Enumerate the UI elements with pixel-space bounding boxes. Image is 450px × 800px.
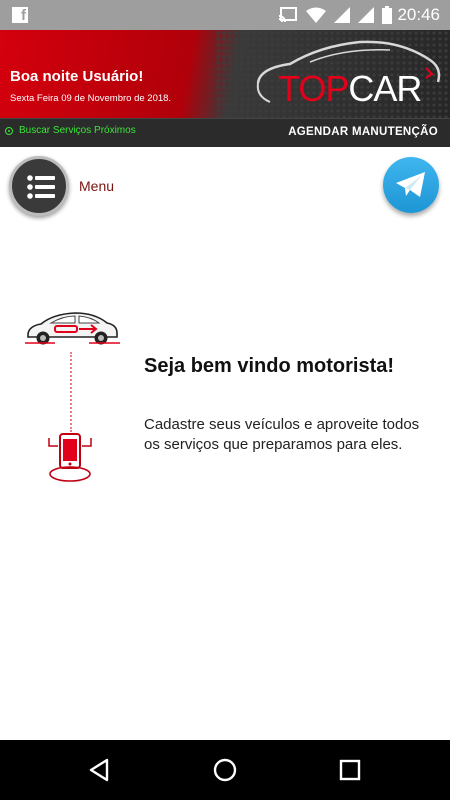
telegram-button[interactable] [383, 157, 439, 213]
header-banner: Boa noite Usuário! Sexta Feira 09 de Nov… [0, 30, 450, 118]
logo-car: CAR [348, 68, 422, 109]
welcome-text: Cadastre seus veículos e aproveite todos… [144, 416, 420, 453]
connector-line [70, 352, 72, 432]
recents-icon[interactable] [337, 757, 363, 783]
phone-notification-icon [48, 433, 92, 482]
action-bar: Buscar Serviços Próximos AGENDAR MANUTEN… [0, 118, 450, 147]
back-icon[interactable] [87, 757, 113, 783]
location-dot-icon [5, 126, 13, 135]
home-icon[interactable] [212, 757, 238, 783]
status-bar: f 20:46 [0, 0, 450, 30]
menu-label[interactable]: Menu [79, 178, 114, 194]
schedule-maintenance-button[interactable]: AGENDAR MANUTENÇÃO [288, 126, 438, 138]
telegram-icon [396, 172, 425, 197]
status-icons [278, 6, 392, 24]
battery-icon [382, 6, 392, 24]
logo-top: TOP [278, 68, 349, 109]
welcome-title: Seja bem vindo motorista! [144, 355, 395, 377]
topcar-logo: TOPCAR [250, 38, 445, 113]
greeting-text: Boa noite Usuário! [10, 68, 144, 85]
wifi-icon [306, 7, 326, 23]
car-repair-icon [25, 312, 120, 345]
cast-icon [278, 7, 297, 23]
menu-button[interactable] [9, 156, 69, 216]
nearby-services-link[interactable]: Buscar Serviços Próximos [5, 125, 136, 136]
date-text: Sexta Feira 09 de Novembro de 2018. [10, 93, 172, 104]
facebook-icon: f [12, 7, 28, 24]
logo-wordmark: TOPCAR [278, 68, 422, 110]
navigation-bar [0, 740, 450, 800]
list-menu-icon [27, 175, 55, 199]
signal-icon [358, 7, 374, 23]
nearby-services-label: Buscar Serviços Próximos [19, 125, 136, 136]
clock: 20:46 [397, 5, 440, 24]
signal-icon [334, 7, 350, 23]
